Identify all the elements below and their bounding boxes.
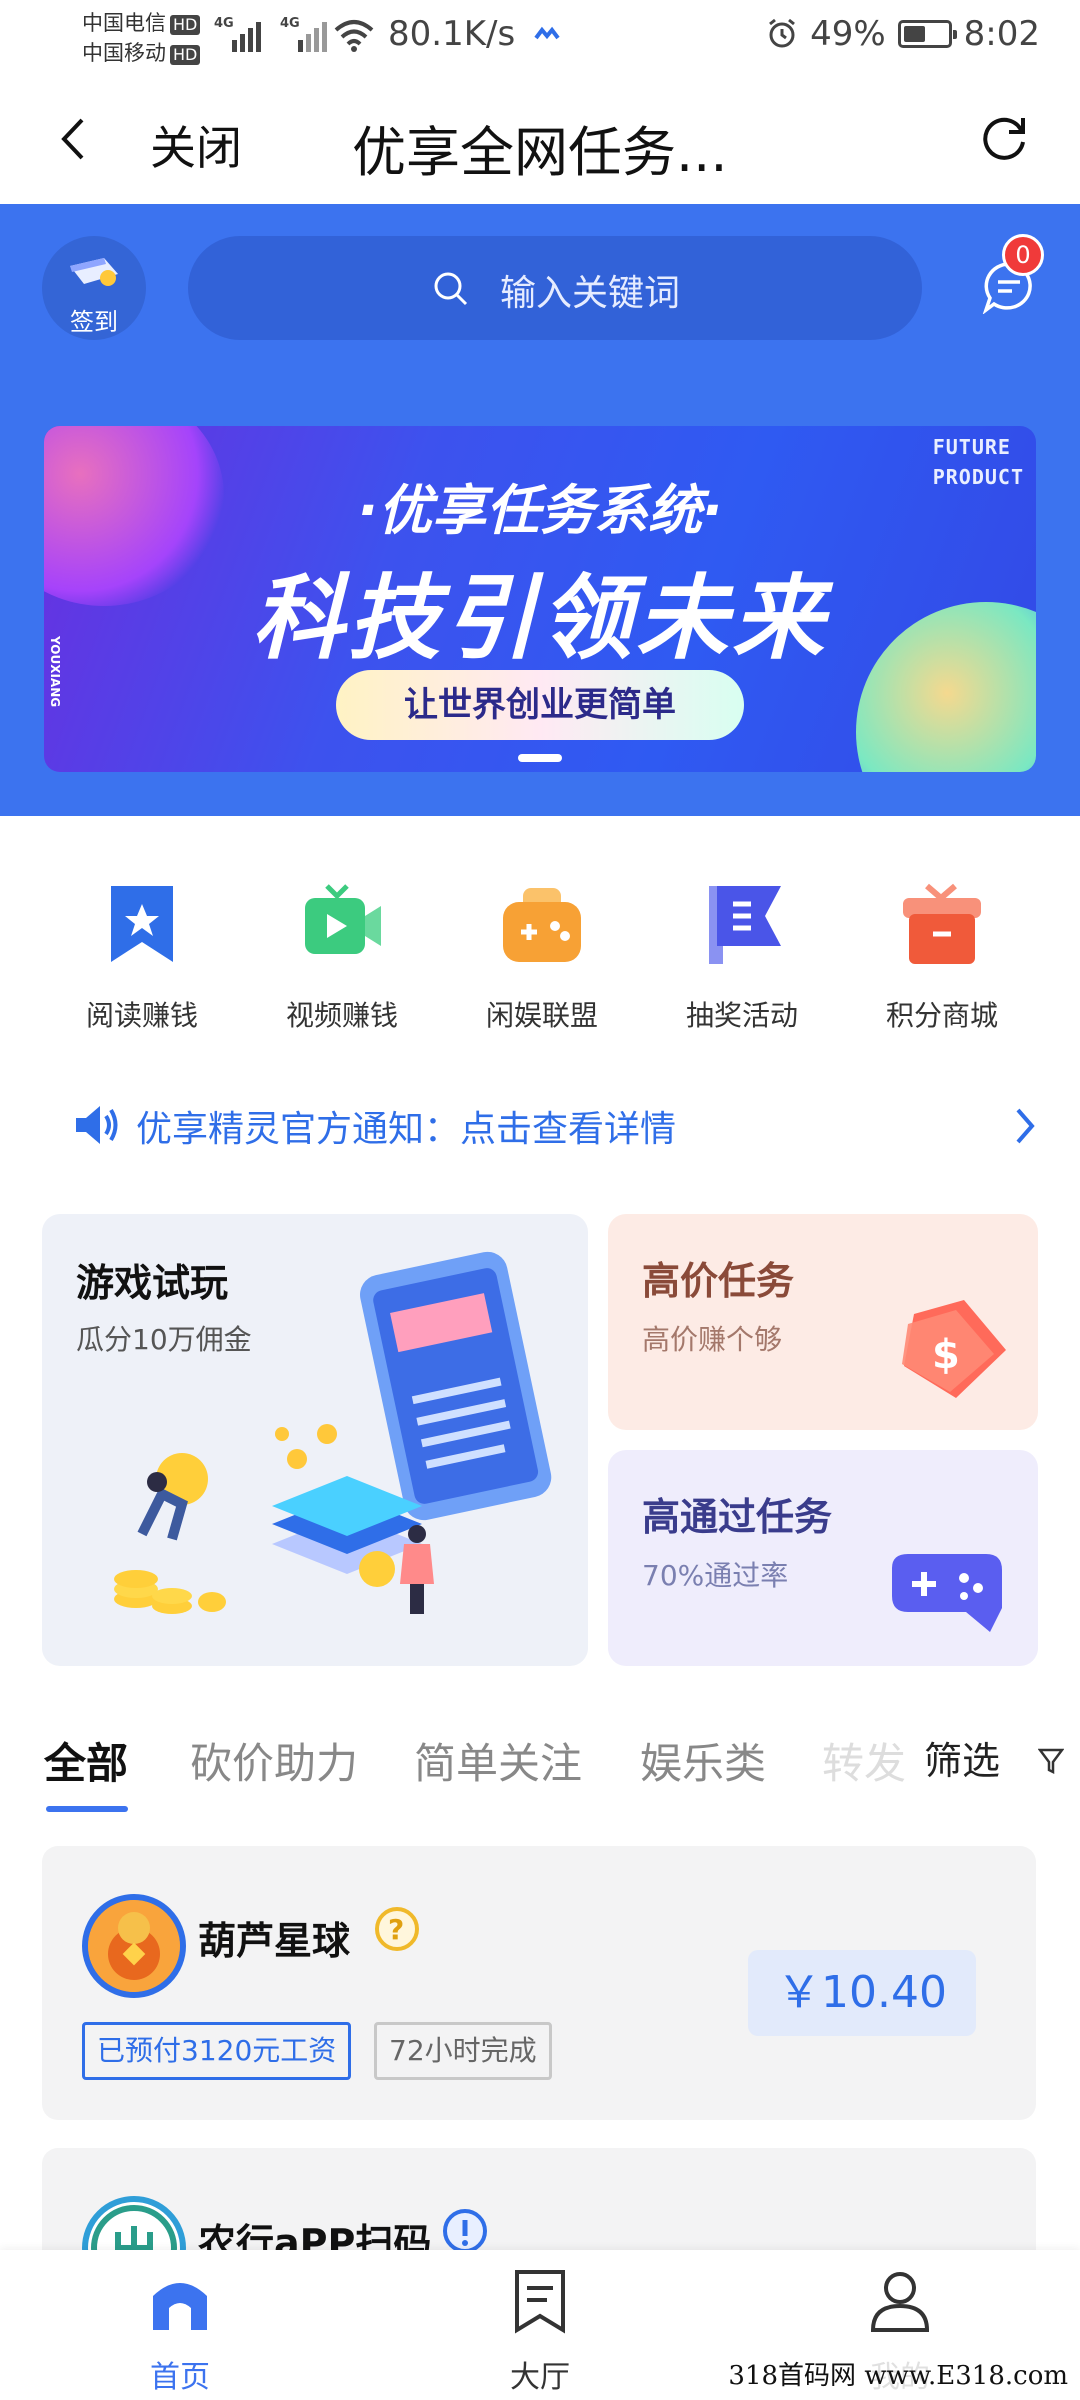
notice-bar[interactable]: 优享精灵官方通知：点击查看详情 bbox=[0, 1090, 1080, 1162]
calendar-icon bbox=[70, 258, 118, 286]
chevron-right-icon bbox=[1016, 1108, 1035, 1144]
task-name: 葫芦星球 bbox=[198, 1919, 351, 1963]
quick-menu-label: 阅读赚钱 bbox=[85, 999, 198, 1032]
game-trial-card[interactable]: 游戏试玩 瓜分10万佣金 bbox=[42, 1214, 588, 1666]
phone-coins-illustration bbox=[114, 1251, 552, 1614]
coin-icon bbox=[88, 1900, 180, 1992]
task-tag-duration: 72小时完成 bbox=[374, 2022, 552, 2080]
high-pass-card[interactable]: 高通过任务 70%通过率 bbox=[608, 1450, 1038, 1666]
quick-menu-video[interactable]: 视频赚钱 bbox=[242, 870, 442, 1034]
quick-menu-label: 视频赚钱 bbox=[285, 999, 398, 1032]
search-placeholder: 输入关键词 bbox=[500, 273, 681, 314]
game-trial-subtitle: 瓜分10万佣金 bbox=[76, 1323, 252, 1356]
bookmark-star-icon bbox=[111, 886, 173, 962]
banner-headline: 科技引领未来 bbox=[251, 565, 828, 672]
nav-label: 首页 bbox=[150, 2360, 210, 2395]
refresh-icon[interactable] bbox=[976, 110, 1032, 166]
quick-menu-label: 积分商城 bbox=[885, 999, 998, 1032]
high-pass-title: 高通过任务 bbox=[642, 1495, 833, 1539]
task-avatar bbox=[82, 1894, 186, 1998]
task-item[interactable]: 葫芦星球 ? 已预付3120元工资 72小时完成 ￥10.40 bbox=[42, 1846, 1036, 2120]
svg-text:$: $ bbox=[932, 1332, 960, 1378]
svg-text:?: ? bbox=[388, 1913, 404, 1946]
wifi-icon bbox=[334, 20, 374, 52]
task-tag-prepaid: 已预付3120元工资 bbox=[82, 2022, 352, 2080]
game-trial-title: 游戏试玩 bbox=[76, 1261, 229, 1305]
filter-label: 筛选 bbox=[924, 1739, 1001, 1783]
quick-menu-game[interactable]: 闲娱联盟 bbox=[442, 870, 642, 1034]
status-right: 49% 8:02 bbox=[766, 14, 1040, 54]
quick-menu: 阅读赚钱 视频赚钱 闲娱联盟 抽奖活动 积分商城 bbox=[0, 870, 1080, 1040]
quick-menu-label: 抽奖活动 bbox=[685, 999, 798, 1032]
high-price-title: 高价任务 bbox=[642, 1259, 795, 1303]
tab-bargain[interactable]: 砍价助力 bbox=[190, 1730, 358, 1791]
search-input[interactable]: 输入关键词 bbox=[188, 236, 922, 340]
blue-header: 签到 输入关键词 0 FUTURE PRODUCT YOUXIANG ·优享任务… bbox=[0, 204, 1080, 816]
carrier-2: 中国移动 bbox=[82, 41, 166, 65]
nav-hall[interactable]: 大厅 bbox=[440, 2268, 640, 2396]
network-speed: 80.1K/s bbox=[388, 14, 516, 54]
nav-home[interactable]: 首页 bbox=[80, 2268, 280, 2396]
signal-icon: 4G bbox=[214, 16, 264, 52]
watermark: 318首码网 www.E318.com bbox=[724, 2355, 1072, 2392]
signal-icon: 4G bbox=[280, 16, 330, 52]
video-play-icon bbox=[305, 884, 381, 954]
tab-forward[interactable]: 转发 bbox=[822, 1730, 906, 1791]
tab-all[interactable]: 全部 bbox=[44, 1730, 128, 1791]
active-tab-indicator bbox=[46, 1806, 128, 1812]
carrier-1: 中国电信 bbox=[82, 11, 166, 35]
tab-entertainment[interactable]: 娱乐类 bbox=[640, 1730, 766, 1791]
title-bar: 关闭 优享全网任务... bbox=[0, 72, 1080, 204]
search-icon bbox=[434, 272, 468, 306]
back-arrow-icon[interactable] bbox=[54, 114, 94, 164]
quick-menu-points-mall[interactable]: 积分商城 bbox=[842, 870, 1042, 1034]
nav-label: 大厅 bbox=[510, 2360, 570, 2395]
quick-menu-label: 闲娱联盟 bbox=[485, 999, 598, 1032]
flag-list-icon bbox=[709, 886, 781, 964]
status-bar: 中国电信 HD 中国移动 HD 4G 4G 80.1K/s 49% 8:02 bbox=[0, 0, 1080, 72]
category-tabs: 全部 砍价助力 简单关注 娱乐类 转发 筛选 bbox=[0, 1720, 1080, 1820]
alarm-icon bbox=[769, 18, 795, 48]
signin-label: 签到 bbox=[70, 308, 118, 336]
filter-icon bbox=[1038, 1748, 1064, 1775]
bookmark-list-icon bbox=[515, 2270, 565, 2334]
close-button[interactable]: 关闭 bbox=[150, 112, 242, 178]
app-notification-icon bbox=[534, 26, 560, 40]
gamepad-icon bbox=[892, 1554, 1002, 1632]
clock: 8:02 bbox=[963, 14, 1040, 54]
filter-button[interactable]: 筛选 bbox=[910, 1720, 1080, 1810]
high-price-card[interactable]: 高价任务 高价赚个够 $ bbox=[608, 1214, 1038, 1430]
battery-percent: 49% bbox=[810, 14, 886, 54]
task-price: ￥10.40 bbox=[748, 1950, 976, 2036]
notice-text: 优享精灵官方通知：点击查看详情 bbox=[136, 1109, 677, 1150]
question-icon[interactable]: ? bbox=[374, 1906, 420, 1952]
home-icon bbox=[153, 2283, 207, 2330]
message-badge: 0 bbox=[1002, 234, 1044, 276]
hd-badge: HD bbox=[170, 45, 201, 65]
tab-follow[interactable]: 简单关注 bbox=[414, 1730, 582, 1791]
battery-icon bbox=[897, 20, 957, 48]
banner-subtitle: ·优享任务系统· bbox=[357, 479, 723, 542]
info-icon[interactable] bbox=[442, 2208, 488, 2254]
signin-button[interactable]: 签到 bbox=[42, 236, 146, 340]
speaker-icon bbox=[76, 1106, 118, 1144]
high-price-subtitle: 高价赚个够 bbox=[642, 1323, 783, 1356]
hd-badge: HD bbox=[170, 15, 201, 35]
banner-pill: 让世界创业更简单 bbox=[336, 670, 744, 740]
carousel-indicator bbox=[518, 754, 562, 762]
quick-menu-read[interactable]: 阅读赚钱 bbox=[42, 870, 242, 1034]
user-icon bbox=[870, 2272, 930, 2332]
promo-banner[interactable]: FUTURE PRODUCT YOUXIANG ·优享任务系统· 科技引领未来 … bbox=[44, 426, 1036, 772]
page-title: 优享全网任务... bbox=[352, 121, 728, 184]
high-pass-subtitle: 70%通过率 bbox=[642, 1559, 789, 1592]
game-controller-icon bbox=[503, 888, 581, 962]
dollar-tag-icon: $ bbox=[902, 1300, 1006, 1398]
carrier-info: 中国电信 HD 中国移动 HD bbox=[82, 8, 201, 68]
gift-box-icon bbox=[903, 883, 981, 964]
quick-menu-lottery[interactable]: 抽奖活动 bbox=[642, 870, 842, 1034]
